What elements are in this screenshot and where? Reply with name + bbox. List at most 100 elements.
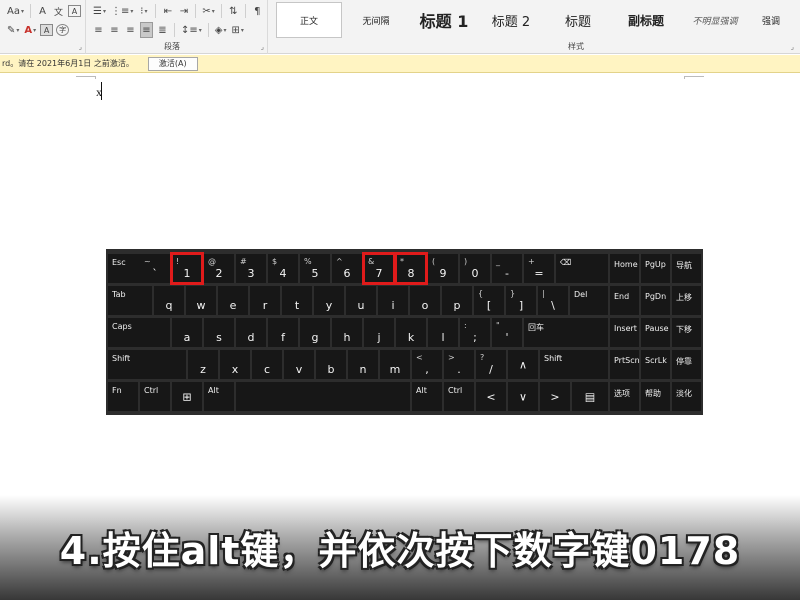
line-spacing-icon[interactable]: ↕≡ ▾ — [180, 22, 203, 38]
numbering-icon[interactable]: ⋮≡ ▾ — [110, 3, 134, 19]
key-u[interactable]: u — [346, 286, 376, 315]
key-nav-scrlk[interactable]: ScrLk — [641, 350, 670, 379]
key-nav-1-2[interactable]: 上移 — [672, 286, 701, 315]
key-blank[interactable]: >. — [444, 350, 474, 379]
key-esc[interactable]: Esc — [108, 254, 143, 283]
key-nav-home[interactable]: Home — [610, 254, 639, 283]
key-nav-pgdn[interactable]: PgDn — [641, 286, 670, 315]
key-blank[interactable]: < — [476, 382, 506, 411]
change-case-icon[interactable]: Aa ▾ — [6, 3, 25, 19]
key-6[interactable]: ^ 6 — [332, 254, 362, 283]
key-v[interactable]: v — [284, 350, 314, 379]
justify-icon[interactable]: ≡ — [140, 22, 153, 38]
key-blank[interactable]: " ' — [492, 318, 522, 347]
key-h[interactable]: h — [332, 318, 362, 347]
key-space[interactable] — [236, 382, 410, 411]
key-y[interactable]: y — [314, 286, 344, 315]
key-blank[interactable]: ∨ — [508, 382, 538, 411]
align-center-icon[interactable]: ≡ — [108, 22, 121, 38]
borders-icon[interactable]: ⊞ ▾ — [231, 22, 245, 38]
key-nav-4-0[interactable]: 选项 — [610, 382, 639, 411]
key-blank[interactable]: ⌫ — [556, 254, 608, 283]
character-shading-icon[interactable]: A — [40, 24, 54, 36]
key-shift[interactable]: Shift — [540, 350, 608, 379]
key-7[interactable]: & 7 — [362, 252, 396, 285]
font-color-icon[interactable]: A ▾ — [23, 22, 37, 38]
key-nav-insert[interactable]: Insert — [610, 318, 639, 347]
key-blank[interactable]: ▤ — [572, 382, 608, 411]
key-nav-2-2[interactable]: 下移 — [672, 318, 701, 347]
key-blank[interactable]: | \ — [538, 286, 568, 315]
key-shift[interactable]: Shift — [108, 350, 186, 379]
key-blank[interactable]: > — [540, 382, 570, 411]
key-alt[interactable]: Alt — [412, 382, 442, 411]
align-left-icon[interactable]: ≡ — [92, 22, 105, 38]
key-alt[interactable]: Alt — [204, 382, 234, 411]
character-border-icon[interactable]: 文 — [52, 3, 65, 19]
key-nav-3-2[interactable]: 停靠 — [672, 350, 701, 379]
key-ctrl[interactable]: Ctrl — [444, 382, 474, 411]
key-del[interactable]: Del — [570, 286, 608, 315]
key-nav-4-2[interactable]: 淡化 — [672, 382, 701, 411]
key-blank[interactable]: ~ ` — [140, 254, 170, 283]
style-emphasis[interactable]: 强调 — [752, 2, 790, 38]
key-fn[interactable]: Fn — [108, 382, 138, 411]
enclosed-alpha-icon[interactable]: 字 — [56, 24, 70, 36]
increase-indent-icon[interactable]: ⇥ — [177, 3, 190, 19]
enclosed-character-icon[interactable]: A — [67, 5, 81, 17]
key-blank[interactable]: }] — [506, 286, 536, 315]
key-blank[interactable]: + = — [524, 254, 554, 283]
key-z[interactable]: z — [188, 350, 218, 379]
key-i[interactable]: i — [378, 286, 408, 315]
key-blank[interactable]: 回车 — [524, 318, 608, 347]
key-ctrl[interactable]: Ctrl — [140, 382, 170, 411]
style-heading-2[interactable]: 标题 2 — [482, 2, 540, 38]
key-f[interactable]: f — [268, 318, 298, 347]
multilevel-list-icon[interactable]: ⁝ ▾ — [137, 3, 150, 19]
key-k[interactable]: k — [396, 318, 426, 347]
chinese-layout-icon[interactable]: ✂ ▾ — [201, 3, 215, 19]
activate-button[interactable]: 激活(A) — [147, 56, 198, 71]
key-caps[interactable]: Caps — [108, 318, 170, 347]
decrease-indent-icon[interactable]: ⇤ — [161, 3, 174, 19]
key-b[interactable]: b — [316, 350, 346, 379]
key-0[interactable]: ) 0 — [460, 254, 490, 283]
key-blank[interactable]: ⊞ — [172, 382, 202, 411]
key-8[interactable]: * 8 — [394, 252, 428, 285]
key-n[interactable]: n — [348, 350, 378, 379]
key-9[interactable]: (9 — [428, 254, 458, 283]
key-m[interactable]: m — [380, 350, 410, 379]
key-4[interactable]: $4 — [268, 254, 298, 283]
styles-dialog-launcher-icon[interactable]: ⌟ — [791, 43, 794, 51]
key-p[interactable]: p — [442, 286, 472, 315]
key-2[interactable]: @2 — [204, 254, 234, 283]
key-3[interactable]: #3 — [236, 254, 266, 283]
style-heading-1[interactable]: 标题 1 — [410, 2, 478, 38]
key-x[interactable]: x — [220, 350, 250, 379]
key-c[interactable]: c — [252, 350, 282, 379]
key-tab[interactable]: Tab — [108, 286, 152, 315]
key-blank[interactable]: {[ — [474, 286, 504, 315]
show-marks-icon[interactable]: ¶ — [251, 3, 264, 19]
key-blank[interactable]: ? / — [476, 350, 506, 379]
key-d[interactable]: d — [236, 318, 266, 347]
key-5[interactable]: % 5 — [300, 254, 330, 283]
key-nav-pause[interactable]: Pause — [641, 318, 670, 347]
font-dialog-launcher-icon[interactable]: ⌟ — [79, 43, 82, 51]
style-subtle-emphasis[interactable]: 不明显强调 — [684, 2, 746, 38]
style-title[interactable]: 标题 — [548, 2, 608, 38]
key-nav-0-2[interactable]: 导航 — [672, 254, 701, 283]
key-blank[interactable]: ∧ — [508, 350, 538, 379]
key-blank[interactable]: :; — [460, 318, 490, 347]
key-e[interactable]: e — [218, 286, 248, 315]
key-blank[interactable]: <, — [412, 350, 442, 379]
key-nav-end[interactable]: End — [610, 286, 639, 315]
key-w[interactable]: w — [186, 286, 216, 315]
key-o[interactable]: o — [410, 286, 440, 315]
align-right-icon[interactable]: ≡ — [124, 22, 137, 38]
shading-icon[interactable]: ◈ ▾ — [214, 22, 228, 38]
key-q[interactable]: q — [154, 286, 184, 315]
key-l[interactable]: l — [428, 318, 458, 347]
key-g[interactable]: g — [300, 318, 330, 347]
style-no-spacing[interactable]: 无间隔 — [348, 2, 404, 38]
